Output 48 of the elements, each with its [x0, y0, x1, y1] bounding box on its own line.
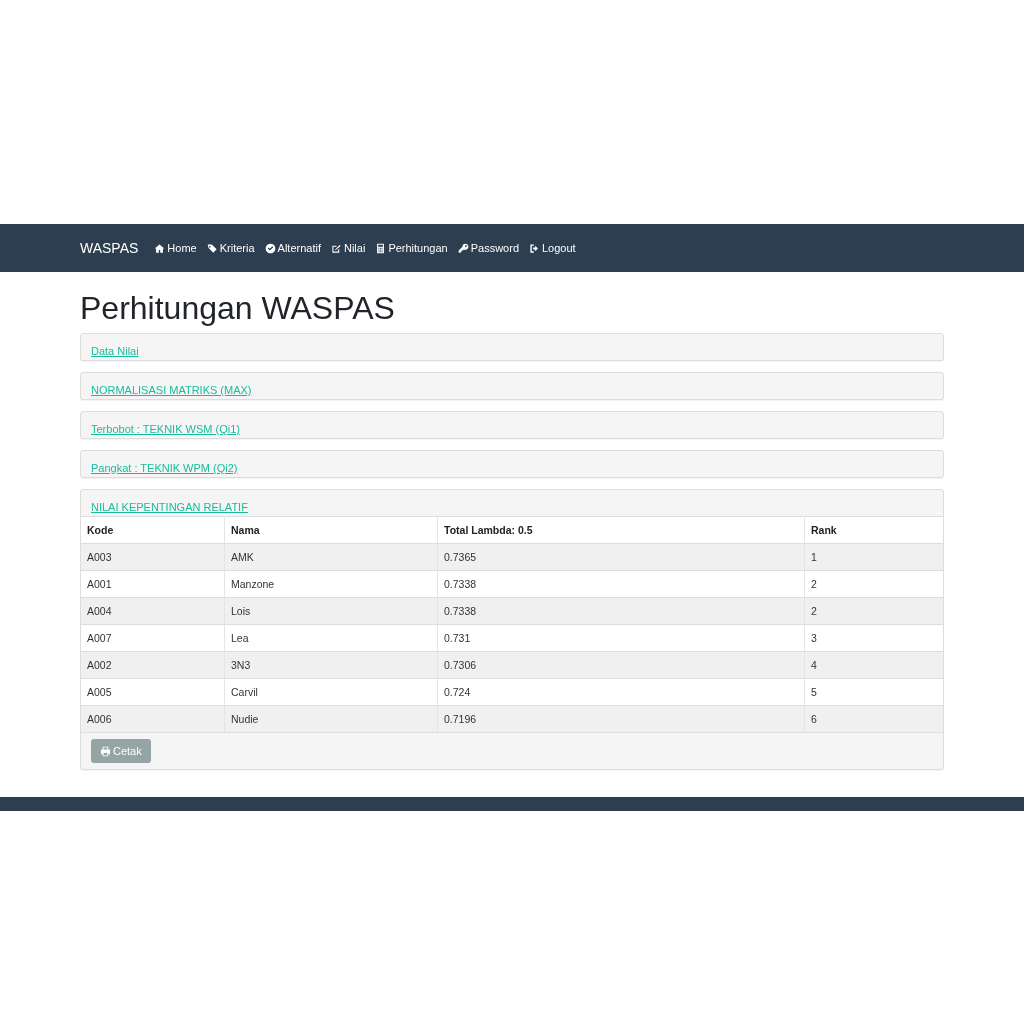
table-cell: 0.7338 [437, 570, 805, 598]
table-cell: A003 [81, 543, 225, 571]
table-cell: 0.7365 [437, 543, 805, 571]
nav-link[interactable]: Nilai [330, 242, 366, 254]
table-cell: 4 [804, 651, 943, 679]
table-cell: A004 [81, 597, 225, 625]
table-cell: A002 [81, 651, 225, 679]
home-icon [154, 242, 166, 254]
nav-link[interactable]: Alternatif [264, 242, 321, 254]
table-cell: 2 [804, 597, 943, 625]
table-cell: Manzone [224, 570, 438, 598]
table-cell: 0.731 [437, 624, 805, 652]
table-cell: 6 [804, 705, 943, 733]
brand-link[interactable]: WASPAS [80, 240, 139, 256]
column-header: Nama [224, 516, 438, 544]
nav-link[interactable]: Home [154, 242, 197, 254]
table-cell: 0.7338 [437, 597, 805, 625]
table-cell: Nudie [224, 705, 438, 733]
nav-link[interactable]: Password [457, 242, 519, 254]
nav-link[interactable]: Perhitungan [375, 242, 448, 254]
nav-link[interactable]: Kriteria [206, 242, 255, 254]
table-cell: A001 [81, 570, 225, 598]
page-title: Perhitungan WASPAS [80, 290, 396, 327]
table-cell: 3N3 [224, 651, 438, 679]
table-cell: A005 [81, 678, 225, 706]
table-cell: 2 [804, 570, 943, 598]
logout-icon [529, 242, 540, 254]
table-cell: Lois [224, 597, 438, 625]
table-cell: Carvil [224, 678, 438, 706]
table-cell: A007 [81, 624, 225, 652]
table-cell: A006 [81, 705, 225, 733]
column-header: Total Lambda: 0.5 [437, 516, 805, 544]
table-cell: Lea [224, 624, 438, 652]
table-cell: 0.7306 [437, 651, 805, 679]
table-cell: 5 [804, 678, 943, 706]
printer-icon [100, 745, 111, 757]
tag-icon [206, 242, 218, 254]
table-cell: 1 [804, 543, 943, 571]
edit-icon [330, 242, 342, 254]
table-cell: AMK [224, 543, 438, 571]
table-cell: 0.7196 [437, 705, 805, 733]
calculator-icon [375, 242, 387, 254]
column-header: Kode [81, 516, 225, 544]
column-header: Rank [804, 516, 943, 544]
key-icon [457, 242, 469, 254]
nav-link[interactable]: Logout [529, 242, 576, 254]
table-cell: 3 [804, 624, 943, 652]
table-cell: 0.724 [437, 678, 805, 706]
